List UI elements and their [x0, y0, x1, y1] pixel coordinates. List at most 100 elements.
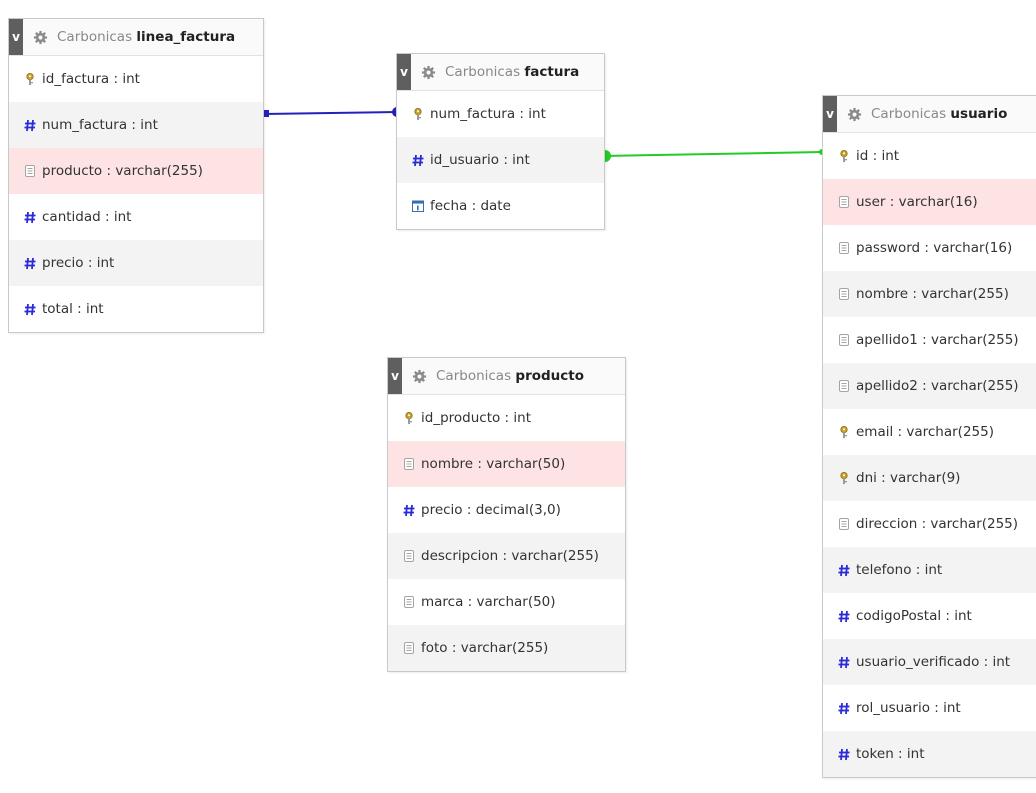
table-header[interactable]: v Carbonicas producto [388, 358, 625, 395]
field-label: num_factura : int [42, 117, 158, 133]
table-row[interactable]: fecha : date [397, 183, 604, 229]
field-label: fecha : date [430, 198, 511, 214]
table-row[interactable]: password : varchar(16) [823, 225, 1036, 271]
table-row[interactable]: email : varchar(255) [823, 409, 1036, 455]
table-name: usuario [950, 106, 1008, 122]
text-icon [837, 333, 851, 347]
table-title: Carbonicas producto [436, 368, 584, 384]
text-icon [402, 457, 416, 471]
table-row[interactable]: apellido2 : varchar(255) [823, 363, 1036, 409]
table-row[interactable]: telefono : int [823, 547, 1036, 593]
text-icon [23, 164, 37, 178]
hash-icon [837, 655, 851, 669]
table-row[interactable]: nombre : varchar(255) [823, 271, 1036, 317]
collapse-toggle[interactable]: v [9, 19, 23, 55]
table-row[interactable]: foto : varchar(255) [388, 625, 625, 671]
field-label: foto : varchar(255) [421, 640, 549, 656]
table-name: producto [515, 368, 585, 384]
field-label: id_producto : int [421, 410, 531, 426]
table-row[interactable]: num_factura : int [397, 91, 604, 137]
table-row[interactable]: id_producto : int [388, 395, 625, 441]
table-name: factura [524, 64, 580, 80]
relation-line-linea-factura-factura [263, 111, 398, 115]
table-row[interactable]: user : varchar(16) [823, 179, 1036, 225]
text-icon [837, 517, 851, 531]
gear-icon[interactable] [847, 107, 862, 122]
table-title: Carbonicas linea_factura [57, 29, 235, 45]
table-row[interactable]: direccion : varchar(255) [823, 501, 1036, 547]
hash-icon [402, 503, 416, 517]
table-header[interactable]: v Carbonicas usuario [823, 96, 1036, 133]
table-producto[interactable]: v Carbonicas producto id_producto : int n… [387, 357, 626, 672]
table-row[interactable]: precio : int [9, 240, 263, 286]
field-list: id : int user : varchar(16) password : var… [823, 133, 1036, 777]
field-label: apellido1 : varchar(255) [856, 332, 1019, 348]
table-row[interactable]: precio : decimal(3,0) [388, 487, 625, 533]
key-icon [411, 107, 425, 121]
gear-icon[interactable] [33, 30, 48, 45]
table-row[interactable]: id_usuario : int [397, 137, 604, 183]
field-label: telefono : int [856, 562, 943, 578]
field-label: direccion : varchar(255) [856, 516, 1019, 532]
collapse-toggle[interactable]: v [388, 358, 402, 394]
text-icon [837, 241, 851, 255]
text-icon [402, 549, 416, 563]
text-icon [837, 195, 851, 209]
collapse-toggle[interactable]: v [397, 54, 411, 90]
table-row[interactable]: cantidad : int [9, 194, 263, 240]
table-row[interactable]: descripcion : varchar(255) [388, 533, 625, 579]
key-icon [837, 471, 851, 485]
hash-icon [23, 210, 37, 224]
table-row[interactable]: rol_usuario : int [823, 685, 1036, 731]
key-icon [402, 411, 416, 425]
table-row[interactable]: total : int [9, 286, 263, 332]
table-row[interactable]: nombre : varchar(50) [388, 441, 625, 487]
field-label: producto : varchar(255) [42, 163, 203, 179]
field-list: id_factura : int num_factura : int product… [9, 56, 263, 332]
table-name: linea_factura [136, 29, 236, 45]
key-icon [837, 149, 851, 163]
table-linea-factura[interactable]: v Carbonicas linea_factura id_factura : … [8, 18, 264, 333]
gear-icon[interactable] [412, 369, 427, 384]
table-row[interactable]: apellido1 : varchar(255) [823, 317, 1036, 363]
field-label: id_factura : int [42, 71, 140, 87]
table-row[interactable]: codigoPostal : int [823, 593, 1036, 639]
key-icon [23, 72, 37, 86]
field-label: precio : decimal(3,0) [421, 502, 561, 518]
field-label: email : varchar(255) [856, 424, 994, 440]
table-row[interactable]: id_factura : int [9, 56, 263, 102]
table-row[interactable]: token : int [823, 731, 1036, 777]
field-label: marca : varchar(50) [421, 594, 556, 610]
field-list: num_factura : int id_usuario : int fecha :… [397, 91, 604, 229]
table-row[interactable]: marca : varchar(50) [388, 579, 625, 625]
relation-end-marker [264, 110, 269, 117]
gear-icon[interactable] [421, 65, 436, 80]
table-row[interactable]: id : int [823, 133, 1036, 179]
field-list: id_producto : int nombre : varchar(50) pre… [388, 395, 625, 671]
field-label: user : varchar(16) [856, 194, 978, 210]
field-label: cantidad : int [42, 209, 132, 225]
field-label: password : varchar(16) [856, 240, 1013, 256]
field-label: id_usuario : int [430, 152, 530, 168]
field-label: rol_usuario : int [856, 700, 961, 716]
text-icon [837, 287, 851, 301]
table-factura[interactable]: v Carbonicas factura num_factura : int id… [396, 53, 605, 230]
hash-icon [837, 609, 851, 623]
table-row[interactable]: num_factura : int [9, 102, 263, 148]
table-title: Carbonicas usuario [871, 106, 1007, 122]
database-name: Carbonicas [871, 106, 947, 122]
table-row[interactable]: producto : varchar(255) [9, 148, 263, 194]
table-header[interactable]: v Carbonicas factura [397, 54, 604, 91]
table-usuario[interactable]: v Carbonicas usuario id : int user : varc… [822, 95, 1036, 778]
table-row[interactable]: usuario_verificado : int [823, 639, 1036, 685]
relation-line-factura-usuario [603, 151, 823, 157]
field-label: usuario_verificado : int [856, 654, 1011, 670]
field-label: num_factura : int [430, 106, 546, 122]
text-icon [402, 595, 416, 609]
database-name: Carbonicas [445, 64, 521, 80]
table-row[interactable]: dni : varchar(9) [823, 455, 1036, 501]
hash-icon [23, 118, 37, 132]
field-label: dni : varchar(9) [856, 470, 961, 486]
collapse-toggle[interactable]: v [823, 96, 837, 132]
table-header[interactable]: v Carbonicas linea_factura [9, 19, 263, 56]
